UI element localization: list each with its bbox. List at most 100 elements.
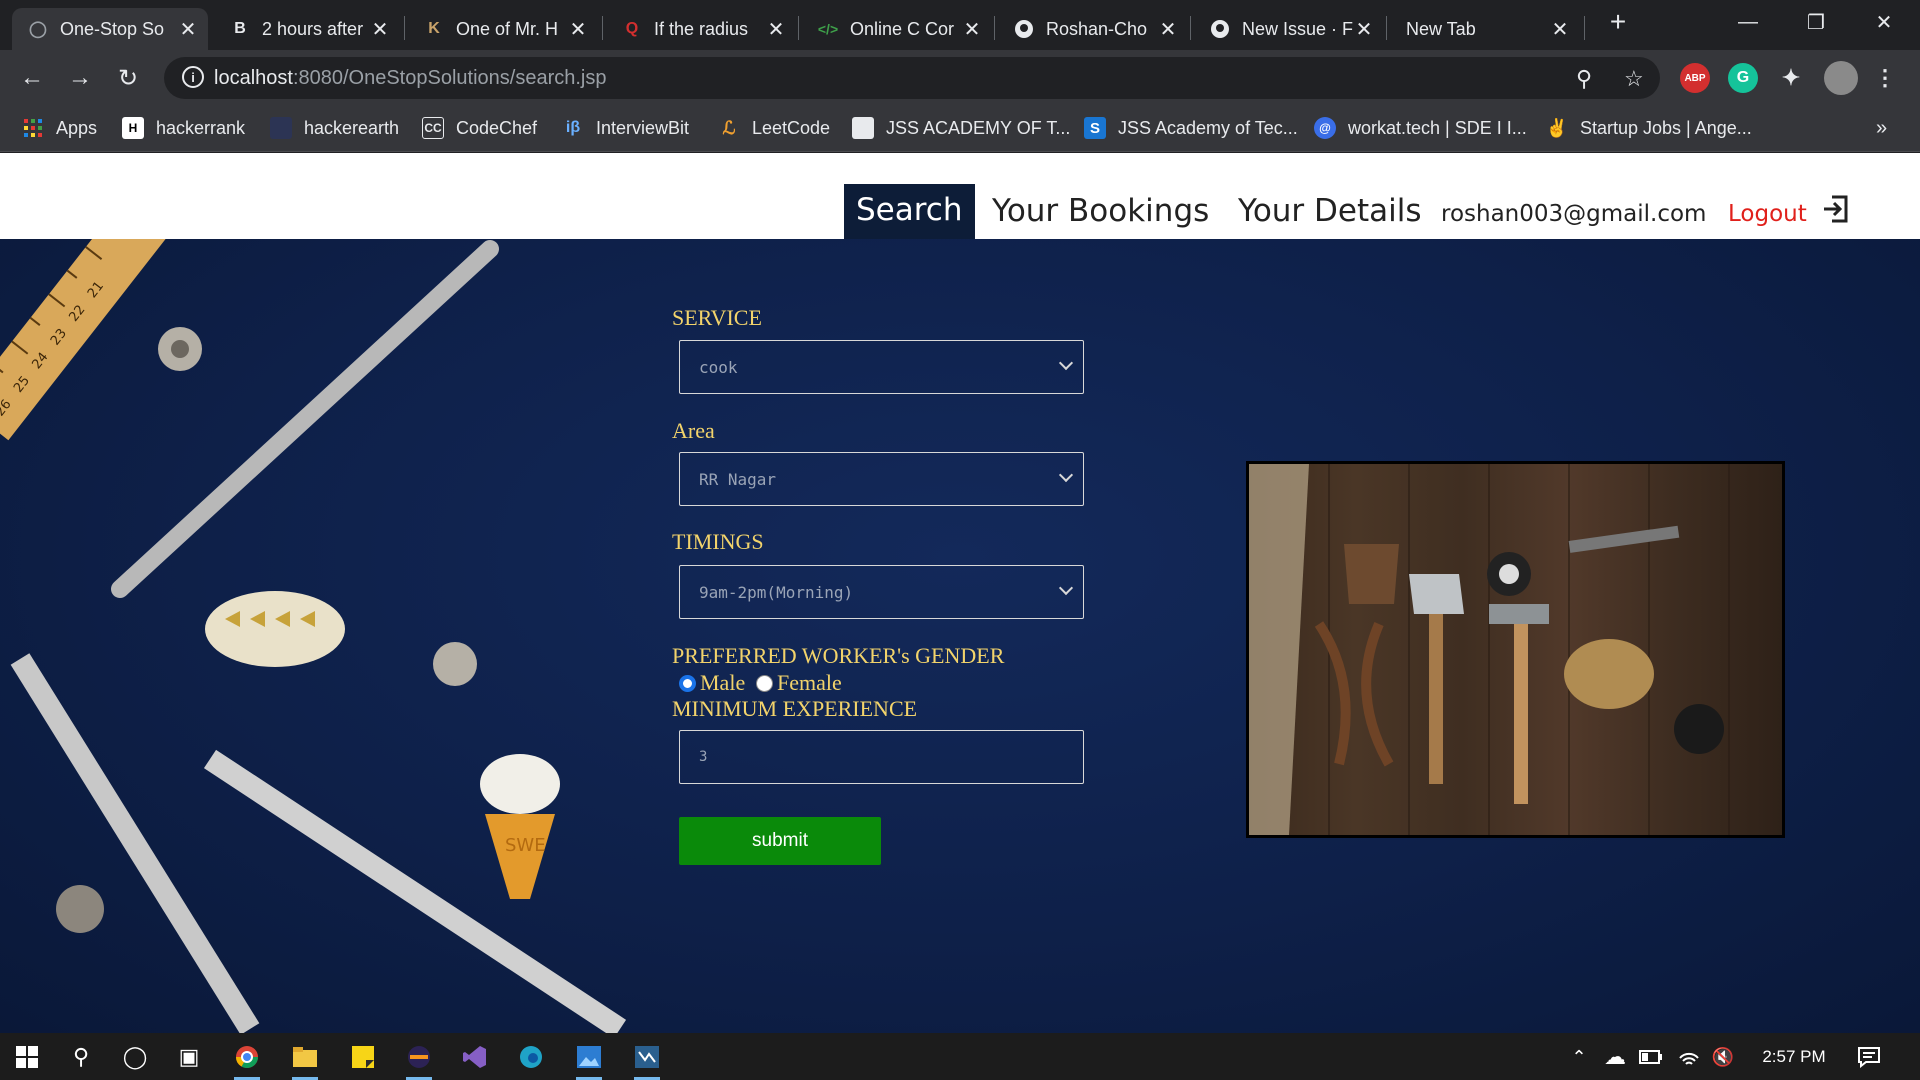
bookmark-codechef[interactable]: CC CodeChef bbox=[422, 116, 537, 140]
adblock-plus-icon[interactable]: ABP bbox=[1680, 63, 1710, 93]
bookmark-hackerrank[interactable]: H hackerrank bbox=[122, 116, 245, 140]
tab-title: One-Stop So bbox=[60, 18, 165, 39]
app-window-icon[interactable] bbox=[630, 1040, 664, 1080]
close-tab-icon[interactable]: ✕ bbox=[766, 17, 786, 42]
bookmark-startup-jobs[interactable]: ✌ Startup Jobs | Ange... bbox=[1546, 116, 1752, 140]
tab-online-c-compiler[interactable]: </> Online C Cor ✕ bbox=[802, 8, 992, 50]
file-explorer-icon[interactable] bbox=[288, 1040, 322, 1080]
gender-female-radio[interactable] bbox=[756, 675, 773, 692]
close-tab-icon[interactable]: ✕ bbox=[1354, 17, 1374, 42]
bookmark-workat-tech[interactable]: @ workat.tech | SDE I I... bbox=[1314, 116, 1527, 140]
bookmark-label: LeetCode bbox=[752, 117, 831, 138]
at-sign-icon: @ bbox=[1314, 117, 1336, 139]
zoom-icon[interactable]: ⚲ bbox=[1576, 66, 1592, 92]
back-arrow-icon[interactable]: ← bbox=[14, 60, 50, 96]
close-tab-icon[interactable]: ✕ bbox=[178, 17, 198, 42]
area-select[interactable]: RR Nagar bbox=[679, 452, 1084, 506]
service-select[interactable]: cook bbox=[679, 340, 1084, 394]
logout-link[interactable]: Logout bbox=[1728, 201, 1807, 227]
tab-one-of-mr[interactable]: K One of Mr. H ✕ bbox=[408, 8, 598, 50]
bookmark-label: Apps bbox=[56, 117, 98, 138]
new-tab-button[interactable]: + bbox=[1590, 0, 1646, 44]
close-tab-icon[interactable]: ✕ bbox=[568, 17, 588, 42]
timings-label: TIMINGS bbox=[672, 529, 764, 554]
gender-female-label[interactable]: Female bbox=[777, 670, 842, 696]
windows-start-icon[interactable] bbox=[10, 1040, 44, 1074]
close-window-icon[interactable]: ✕ bbox=[1850, 0, 1918, 44]
document-icon bbox=[852, 117, 874, 139]
nav-your-bookings-link[interactable]: Your Bookings bbox=[992, 193, 1209, 239]
bookmark-star-icon[interactable]: ☆ bbox=[1624, 66, 1644, 92]
reload-icon[interactable]: ↻ bbox=[110, 60, 146, 96]
puzzle-extensions-icon[interactable]: ✦ bbox=[1776, 63, 1806, 93]
photos-app-icon[interactable] bbox=[572, 1040, 606, 1080]
quora-icon: Q bbox=[625, 20, 639, 37]
tab-title: One of Mr. H bbox=[456, 18, 559, 39]
close-tab-icon[interactable]: ✕ bbox=[962, 17, 982, 42]
gender-label: PREFERRED WORKER's GENDER bbox=[672, 643, 1005, 668]
profile-avatar[interactable] bbox=[1824, 61, 1858, 95]
s-logo-icon: S bbox=[1084, 117, 1106, 139]
onedrive-cloud-icon[interactable]: ☁ bbox=[1598, 1040, 1632, 1074]
gender-male-radio[interactable] bbox=[679, 675, 696, 692]
grammarly-icon[interactable]: G bbox=[1728, 63, 1758, 93]
cone-label: SWE bbox=[505, 835, 546, 856]
bookmark-jss-academy-2[interactable]: S JSS Academy of Tec... bbox=[1084, 116, 1298, 140]
tab-new-tab[interactable]: New Tab ✕ bbox=[1390, 8, 1580, 50]
chevron-down-icon bbox=[1058, 580, 1074, 596]
minimize-icon[interactable]: — bbox=[1714, 0, 1782, 44]
bookmark-label: hackerearth bbox=[304, 117, 400, 138]
timings-select[interactable]: 9am-2pm(Morning) bbox=[679, 565, 1084, 619]
interviewbit-icon: iβ bbox=[565, 119, 581, 136]
search-icon[interactable]: ⚲ bbox=[64, 1040, 98, 1074]
close-tab-icon[interactable]: ✕ bbox=[370, 17, 390, 42]
site-navbar: Search Your Bookings Your Details roshan… bbox=[0, 153, 1920, 239]
submit-button[interactable]: submit bbox=[679, 817, 881, 865]
tab-one-stop-solutions[interactable]: ◯ One-Stop So ✕ bbox=[12, 8, 208, 50]
bookmark-leetcode[interactable]: ℒ LeetCode bbox=[718, 116, 831, 140]
cortana-icon[interactable]: ◯ bbox=[118, 1040, 152, 1074]
tab-title: Roshan-Cho bbox=[1046, 18, 1148, 39]
bookmark-hackerearth[interactable]: hackerearth bbox=[270, 116, 399, 140]
user-email: roshan003@gmail.com bbox=[1441, 201, 1707, 227]
volume-muted-icon[interactable]: 🔇 bbox=[1706, 1040, 1740, 1074]
tab-2-hours-after[interactable]: B 2 hours after ✕ bbox=[214, 8, 400, 50]
windows-taskbar: ⚲ ◯ ▣ ⌃ ☁ 🔇 2:57 PM bbox=[0, 1033, 1920, 1080]
nav-your-details-link[interactable]: Your Details bbox=[1238, 193, 1422, 239]
battery-icon[interactable] bbox=[1634, 1040, 1668, 1074]
experience-input[interactable]: 3 bbox=[679, 730, 1084, 784]
url-text[interactable]: localhost:8080/OneStopSolutions/search.j… bbox=[214, 67, 606, 90]
service-label: SERVICE bbox=[672, 305, 762, 330]
bookmark-interviewbit[interactable]: iβ InterviewBit bbox=[562, 116, 689, 140]
close-tab-icon[interactable]: ✕ bbox=[1158, 17, 1178, 42]
bookmark-jss-academy-1[interactable]: JSS ACADEMY OF T... bbox=[852, 116, 1070, 140]
nav-search-link[interactable]: Search bbox=[844, 184, 975, 239]
tab-new-issue[interactable]: New Issue · F ✕ bbox=[1194, 8, 1384, 50]
logout-icon[interactable] bbox=[1822, 193, 1850, 229]
notifications-icon[interactable] bbox=[1852, 1040, 1886, 1074]
clock[interactable]: 2:57 PM bbox=[1752, 1040, 1836, 1074]
tab-roshan-github[interactable]: Roshan-Cho ✕ bbox=[998, 8, 1188, 50]
forward-arrow-icon[interactable]: → bbox=[62, 60, 98, 96]
eclipse-icon[interactable] bbox=[402, 1040, 436, 1080]
address-bar[interactable]: i localhost:8080/OneStopSolutions/search… bbox=[164, 57, 1660, 99]
edge-icon[interactable] bbox=[514, 1040, 548, 1074]
more-bookmarks-chevron-icon[interactable]: » bbox=[1876, 116, 1887, 140]
bookmark-apps[interactable]: Apps bbox=[22, 116, 97, 140]
restore-icon[interactable]: ❐ bbox=[1782, 0, 1850, 44]
visual-studio-icon[interactable] bbox=[458, 1040, 492, 1074]
chevron-up-icon[interactable]: ⌃ bbox=[1562, 1040, 1596, 1074]
chevron-down-icon bbox=[1058, 467, 1074, 483]
menu-kebab-icon[interactable]: ⋮ bbox=[1870, 63, 1900, 93]
wifi-icon[interactable] bbox=[1672, 1040, 1706, 1074]
bookmark-label: JSS Academy of Tec... bbox=[1118, 117, 1298, 138]
sticky-notes-icon[interactable] bbox=[346, 1040, 380, 1074]
close-tab-icon[interactable]: ✕ bbox=[1550, 17, 1570, 42]
tab-if-the-radius[interactable]: Q If the radius ✕ bbox=[606, 8, 796, 50]
task-view-icon[interactable]: ▣ bbox=[172, 1040, 206, 1074]
gender-male-label[interactable]: Male bbox=[700, 670, 745, 696]
area-selected-value: RR Nagar bbox=[699, 469, 777, 489]
site-info-icon[interactable]: i bbox=[182, 66, 204, 88]
chrome-icon[interactable] bbox=[230, 1040, 264, 1080]
k-logo-icon: K bbox=[428, 20, 440, 37]
